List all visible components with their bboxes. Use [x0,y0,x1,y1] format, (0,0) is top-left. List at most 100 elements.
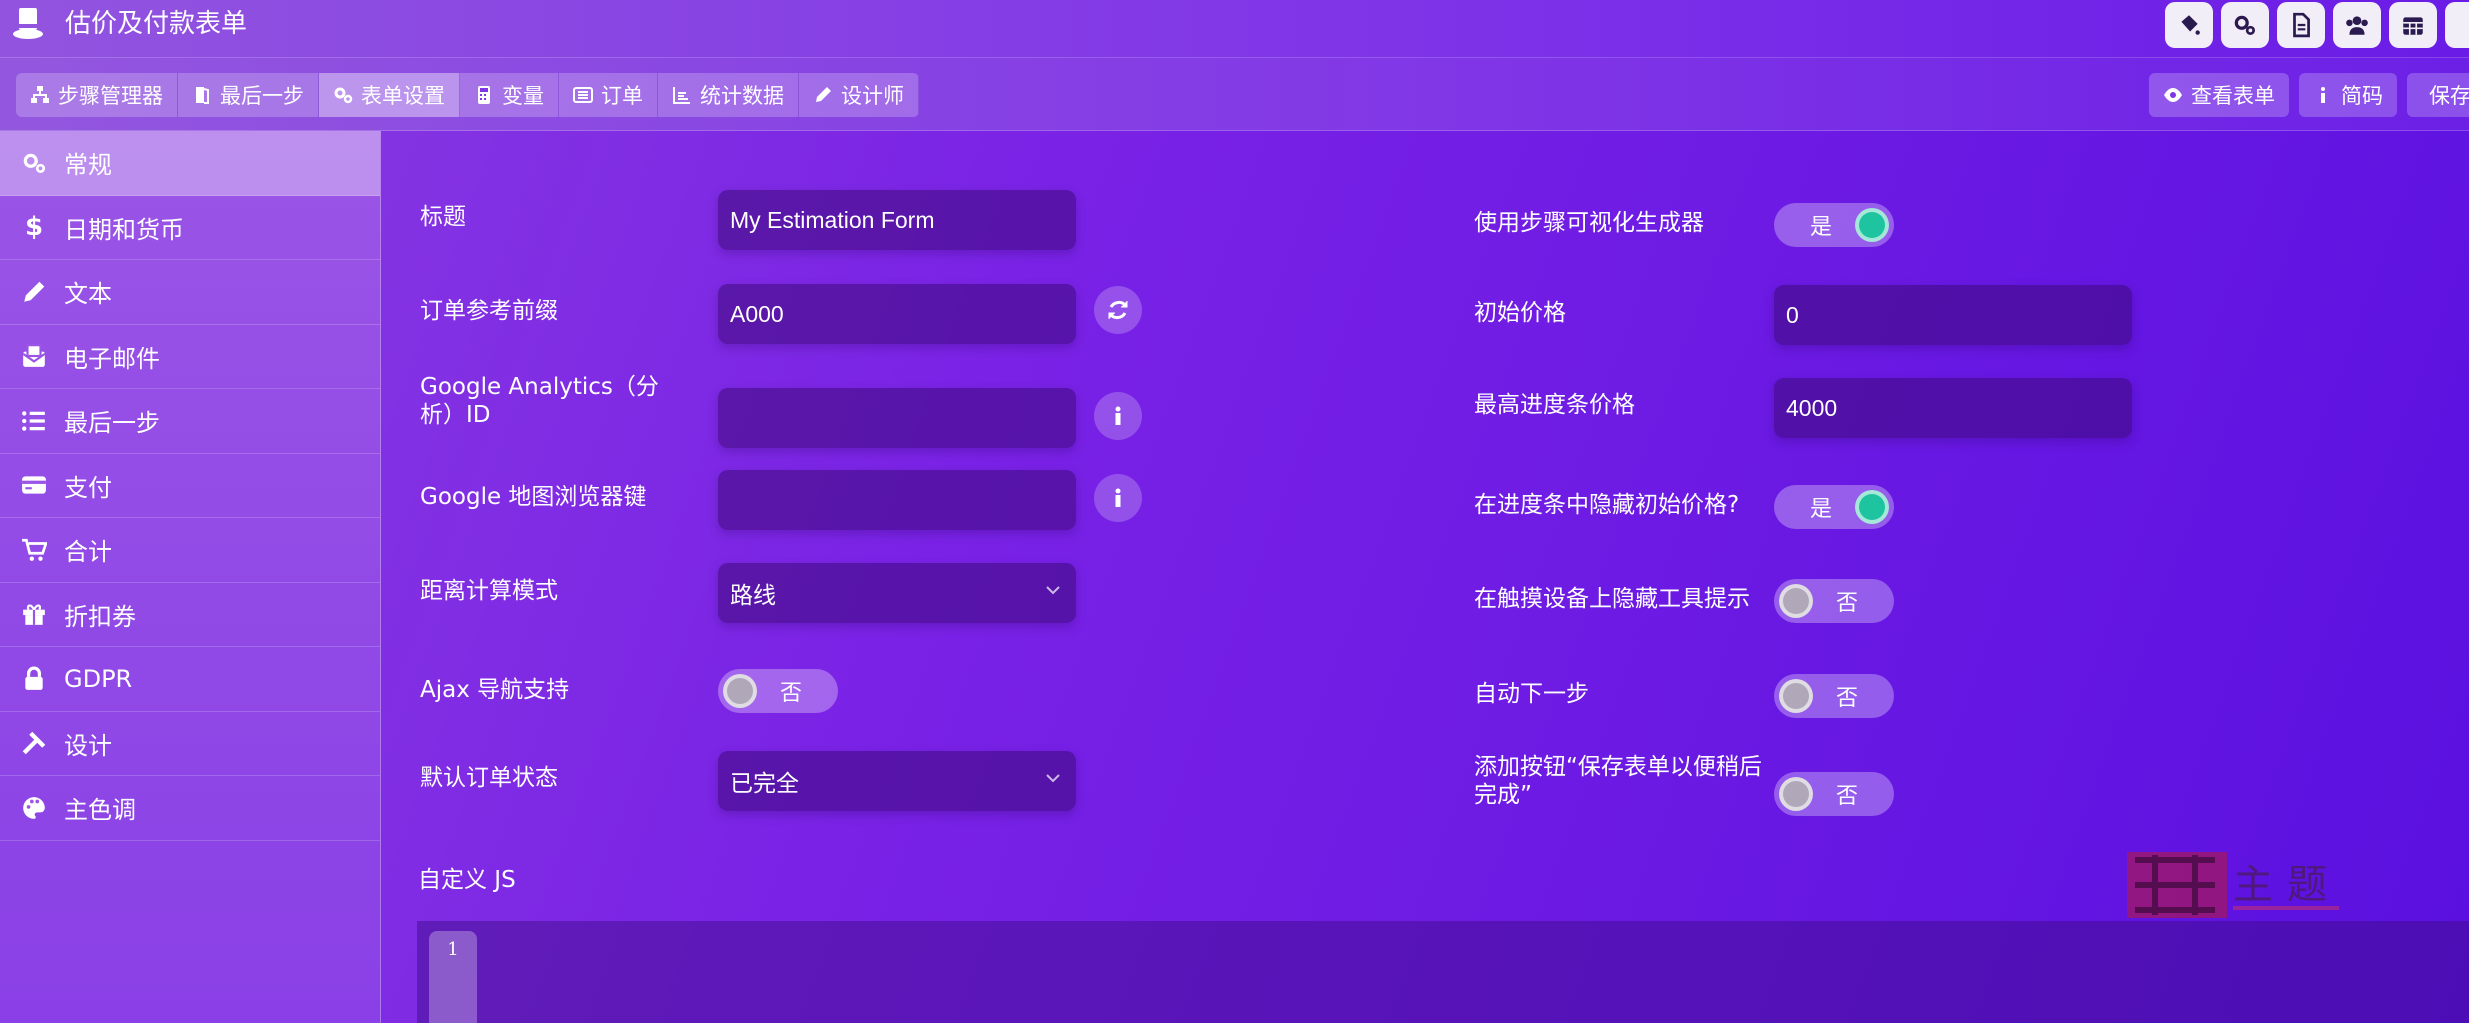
max-progress-price-input[interactable]: 4000 [1774,378,2132,438]
save-later-toggle[interactable]: 否 [1774,772,1894,816]
maps-key-input[interactable] [718,470,1076,530]
toggle-knob [1855,490,1889,524]
sidebar-item-gdpr[interactable]: GDPR [0,647,380,712]
form-settings-label: 表单设置 [361,84,445,108]
save-label: 保存 [2429,84,2469,108]
door-icon [196,87,209,104]
visual-builder-toggle[interactable]: 是 [1774,203,1894,247]
palette-icon [18,792,50,824]
toggle-text: 否 [1836,591,1859,616]
sidebar-item-label: 常规 [64,151,112,180]
statistics-button[interactable]: 统计数据 [658,73,799,117]
refresh-icon [1108,300,1128,320]
statistics-label: 统计数据 [700,84,784,108]
view-form-button[interactable]: 查看表单 [2149,73,2289,117]
toolbar-right-group: 查看表单 简码 保存 [2149,73,2469,117]
maps-key-label: Google 地图浏览器键 [420,484,647,510]
toggle-text: 否 [1836,686,1859,711]
paint-bucket-icon[interactable] [2165,2,2213,48]
cogs-icon[interactable] [2221,2,2269,48]
order-status-label: 默认订单状态 [420,765,558,791]
chart-icon [673,87,690,104]
title-input[interactable]: My Estimation Form [718,190,1076,250]
hide-initial-price-toggle[interactable]: 是 [1774,485,1894,529]
cogs-icon [18,147,50,179]
pencil-icon [816,87,831,102]
custom-js-editor[interactable]: 1 [417,921,2469,1023]
order-status-value: 已完全 [730,770,799,796]
toggle-knob [1779,679,1813,713]
hide-tooltips-toggle[interactable]: 否 [1774,579,1894,623]
sidebar-item-label: 支付 [64,473,112,502]
sidebar-item-general[interactable]: 常规 [0,131,380,196]
info-icon [2321,87,2325,103]
calculator-icon [478,86,490,104]
ga-info-button[interactable] [1094,392,1142,440]
cart-icon [18,534,50,566]
sidebar-item-coupons[interactable]: 折扣券 [0,583,380,647]
toggle-text: 否 [780,681,803,706]
watermark-logo: 主题 [2125,850,2355,920]
refresh-button[interactable] [1094,286,1142,334]
sidebar-item-last-step[interactable]: 最后一步 [0,389,380,454]
line-number: 1 [429,931,477,1023]
form-settings-button[interactable]: 表单设置 [319,73,460,117]
designer-button[interactable]: 设计师 [799,73,919,117]
max-progress-price-label: 最高进度条价格 [1474,392,1635,418]
initial-price-input[interactable]: 0 [1774,285,2132,345]
envelope-icon [18,340,50,372]
chevron-down-icon [1046,774,1060,783]
sidebar-item-main-color[interactable]: 主色调 [0,776,380,841]
sidebar-item-label: 电子邮件 [64,344,160,373]
watermark-text: 主题 [2233,862,2341,908]
last-step-button[interactable]: 最后一步 [178,73,319,117]
variables-button[interactable]: 变量 [460,73,559,117]
sidebar-item-total[interactable]: 合计 [0,518,380,583]
dollar-icon: $ [24,212,44,243]
sidebar-item-text[interactable]: 文本 [0,260,380,325]
toggle-knob [1779,777,1813,811]
ajax-nav-toggle[interactable]: 否 [718,669,838,713]
lock-icon [18,663,50,695]
toggle-knob [1855,208,1889,242]
distance-mode-select[interactable]: 路线 [718,563,1076,623]
sidebar-item-design[interactable]: 设计 [0,712,380,776]
order-status-select[interactable]: 已完全 [718,751,1076,811]
sidebar-item-label: 主色调 [64,796,136,825]
shortcode-label: 简码 [2341,84,2383,108]
sidebar-item-label: 合计 [64,538,112,567]
auto-next-label: 自动下一步 [1474,681,1589,707]
visual-builder-label: 使用步骤可视化生成器 [1474,210,1704,236]
order-prefix-input[interactable]: A000 [718,284,1076,344]
hide-tooltips-label: 在触摸设备上隐藏工具提示 [1474,586,1750,612]
sidebar-item-email[interactable]: 电子邮件 [0,325,380,389]
sidebar-item-label: 设计 [64,731,112,760]
maps-info-button[interactable] [1094,474,1142,522]
info-icon [1115,488,1121,507]
sidebar-item-date-currency[interactable]: $ 日期和货币 [0,196,380,260]
calendar-icon[interactable] [2389,2,2437,48]
users-icon[interactable] [2333,2,2381,48]
sidebar-item-label: GDPR [64,664,133,693]
view-form-label: 查看表单 [2191,84,2275,108]
toggle-knob [1779,584,1813,618]
toggle-knob [723,674,757,708]
steps-manager-label: 步骤管理器 [58,84,163,108]
ga-id-input[interactable] [718,388,1076,448]
orders-button[interactable]: 订单 [559,73,658,117]
shortcode-button[interactable]: 简码 [2299,73,2397,117]
logo-hat-icon [12,6,44,44]
info-icon [1115,406,1121,425]
sidebar-item-payment[interactable]: 支付 [0,454,380,518]
extra-icon[interactable] [2445,2,2469,48]
auto-next-toggle[interactable]: 否 [1774,674,1894,718]
hide-initial-price-label: 在进度条中隐藏初始价格? [1474,492,1740,518]
save-button[interactable]: 保存 [2407,73,2469,117]
steps-manager-button[interactable]: 步骤管理器 [16,73,178,117]
initial-price-label: 初始价格 [1474,300,1566,326]
variables-label: 变量 [502,84,544,108]
credit-card-icon [18,469,50,501]
title-label: 标题 [420,204,466,230]
distance-mode-label: 距离计算模式 [420,578,558,604]
file-icon[interactable] [2277,2,2325,48]
